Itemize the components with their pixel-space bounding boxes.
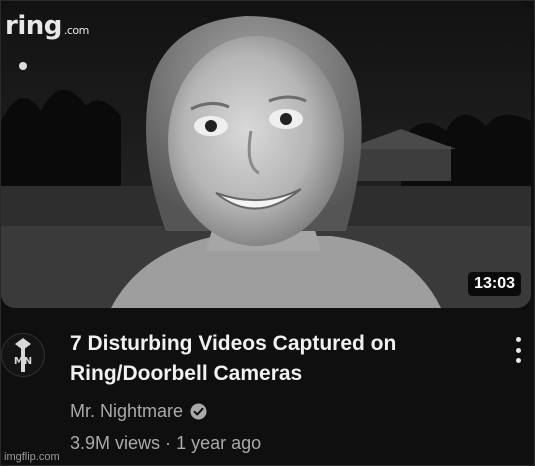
channel-avatar[interactable]: MN xyxy=(1,333,45,377)
video-stats: 3.9M views · 1 year ago xyxy=(70,433,261,454)
ring-logo: ring .com xyxy=(5,11,89,41)
video-card[interactable]: ring .com 13:03 MN 7 Disturbing Videos Ca… xyxy=(0,0,535,466)
video-title-line-2: Ring/Doorbell Cameras xyxy=(70,362,303,385)
verified-check-icon xyxy=(190,403,207,420)
thumbnail-image xyxy=(1,1,531,308)
video-title-line-1: 7 Disturbing Videos Captured on xyxy=(70,332,397,355)
more-vert-icon-dot xyxy=(515,358,521,363)
channel-logo-icon: MN xyxy=(2,334,44,376)
imgflip-watermark: imgflip.com xyxy=(4,451,60,463)
video-thumbnail[interactable]: ring .com 13:03 xyxy=(1,1,531,308)
channel-row: Mr. Nightmare xyxy=(70,401,207,422)
channel-name[interactable]: Mr. Nightmare xyxy=(70,401,183,422)
stats-separator: · xyxy=(165,433,172,453)
video-meta: MN 7 Disturbing Videos Captured on Ring/… xyxy=(1,319,535,466)
more-vert-icon-dot xyxy=(515,337,521,342)
video-title[interactable]: 7 Disturbing Videos Captured on Ring/Doo… xyxy=(70,329,470,389)
upload-age: 1 year ago xyxy=(176,433,262,453)
more-vert-icon-dot xyxy=(515,347,521,353)
svg-text:MN: MN xyxy=(14,356,32,367)
more-options-button[interactable] xyxy=(508,335,528,365)
duration-badge: 13:03 xyxy=(468,272,521,296)
view-count: 3.9M views xyxy=(70,433,161,453)
